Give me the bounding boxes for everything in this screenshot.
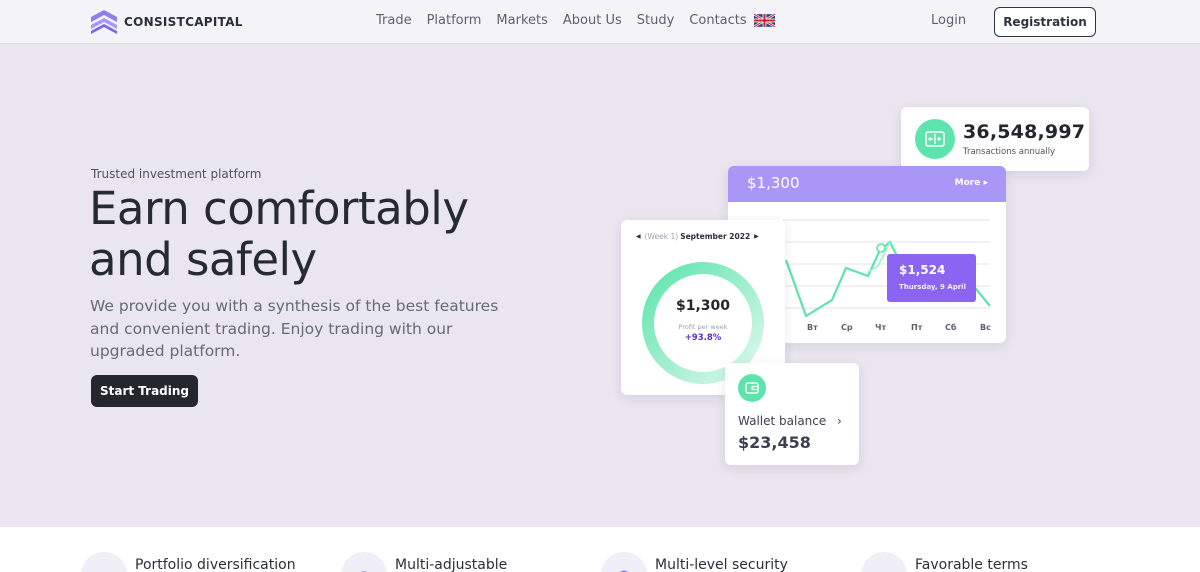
nav-item-markets[interactable]: Markets (496, 13, 547, 28)
sliders-icon (861, 552, 907, 572)
main-nav: Trade Platform Markets About Us Study Co… (376, 13, 775, 28)
start-trading-button[interactable]: Start Trading (91, 375, 198, 407)
week-label: (Week 1) (644, 232, 679, 241)
hero-eyebrow: Trusted investment platform (91, 167, 262, 181)
week-selector: ◀ (Week 1) September 2022 ▶ (636, 232, 770, 241)
transactions-card: 36,548,997 Transactions annually (901, 107, 1089, 171)
chart-tooltip: $1,524 Thursday, 9 April (887, 254, 976, 302)
features-strip: Portfolio diversification Multi-adjustab… (0, 527, 1200, 572)
nav-item-platform[interactable]: Platform (427, 13, 482, 28)
profit-change: +93.8% (684, 333, 722, 343)
nav-item-contacts[interactable]: Contacts (689, 13, 746, 28)
wallet-icon (738, 374, 766, 402)
globe-icon (341, 552, 387, 572)
day-label-fri: Пт (911, 323, 923, 332)
chart-amount: $1,300 (747, 174, 800, 192)
logo-mark-icon (91, 10, 117, 34)
hero-subtext: We provide you with a synthesis of the b… (90, 297, 499, 360)
transactions-value: 36,548,997 (963, 121, 1086, 143)
nav-item-trade[interactable]: Trade (376, 13, 412, 28)
registration-button[interactable]: Registration (994, 7, 1096, 37)
wallet-balance-card[interactable]: Wallet balance › $23,458 (725, 363, 859, 465)
chevron-right-icon: ▸ (983, 178, 988, 188)
day-label-wed: Ср (841, 323, 853, 332)
chart-more-link[interactable]: More ▸ (955, 178, 988, 188)
feature-title: Favorable terms (915, 557, 1028, 572)
site-header: CONSISTCAPITAL Trade Platform Markets Ab… (0, 0, 1200, 44)
transactions-label: Transactions annually (963, 147, 1056, 157)
tooltip-value: $1,524 (899, 263, 946, 277)
chart-highlight-point (876, 243, 886, 253)
brand-name: CONSISTCAPITAL (124, 15, 243, 29)
nav-item-study[interactable]: Study (637, 13, 675, 28)
feature-title: Multi-level security (655, 557, 788, 572)
month-label: September 2022 (680, 232, 751, 241)
login-link[interactable]: Login (931, 13, 966, 28)
chevron-right-icon[interactable]: › (837, 414, 842, 428)
hero-headline-line2: and safely (89, 233, 317, 286)
wallet-label: Wallet balance (738, 414, 827, 428)
uk-flag-icon[interactable] (753, 14, 775, 27)
shield-icon (601, 552, 647, 572)
hero-headline-line1: Earn comfortably (89, 182, 469, 235)
feature-title: Multi-adjustable (395, 557, 508, 572)
chart-more-label: More (954, 178, 981, 188)
exchange-icon (915, 119, 955, 159)
brand-logo[interactable]: CONSISTCAPITAL (90, 9, 243, 35)
profit-value: $1,300 (675, 298, 731, 314)
chart-header: $1,300 More ▸ (728, 166, 1006, 202)
prev-week-icon[interactable]: ◀ (636, 233, 641, 240)
day-label-tue: Вт (807, 323, 818, 332)
day-label-sat: Сб (945, 323, 957, 332)
profit-label: Profit per week (678, 323, 728, 331)
next-week-icon[interactable]: ▶ (754, 233, 759, 240)
hero-headline: Earn comfortably and safely (89, 182, 469, 286)
feature-title: Portfolio diversification (135, 557, 296, 572)
wallet-value: $23,458 (738, 433, 811, 452)
day-label-thu: Чт (875, 323, 887, 332)
day-label-sun: Вс (980, 323, 991, 332)
tooltip-date: Thursday, 9 April (899, 283, 966, 291)
nav-item-about-us[interactable]: About Us (563, 13, 622, 28)
diversification-icon (81, 552, 127, 572)
